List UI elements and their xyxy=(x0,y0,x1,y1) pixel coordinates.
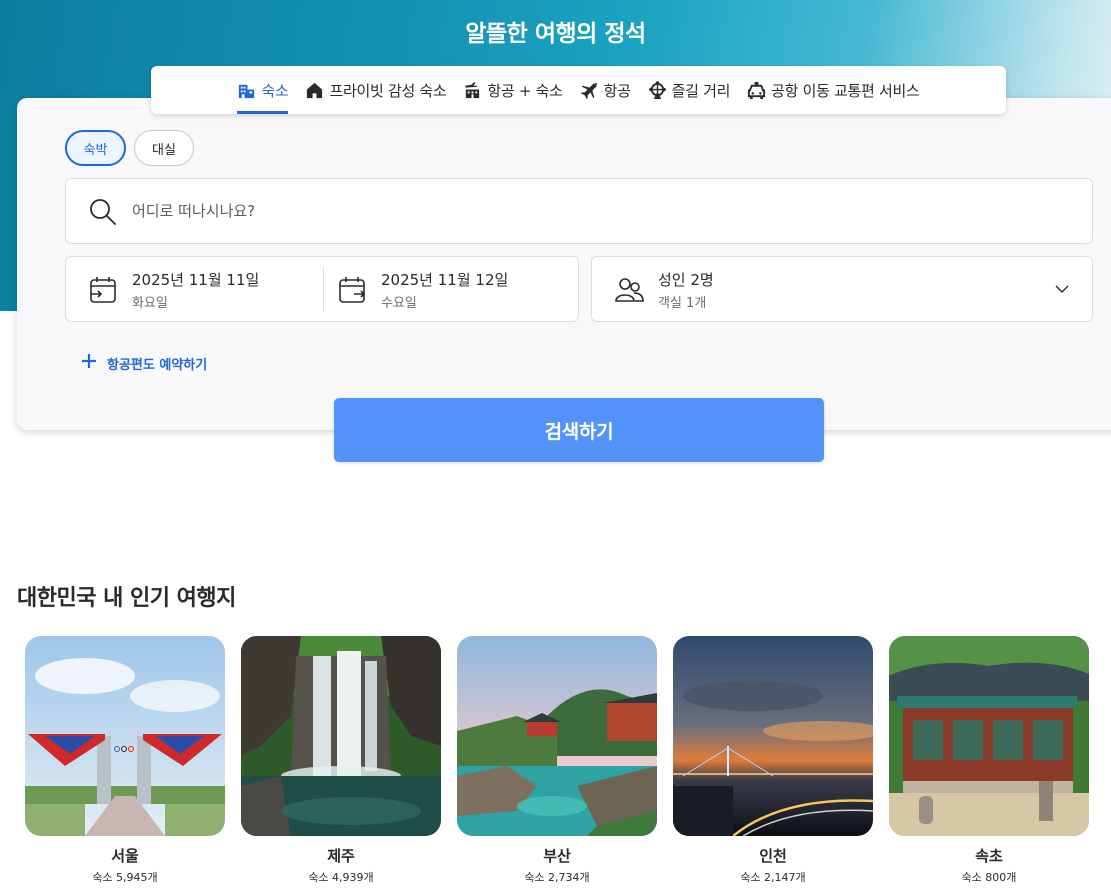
tab-label: 숙소 xyxy=(261,81,289,100)
tab-hotels[interactable]: 숙소 xyxy=(237,66,289,114)
tab-label: 항공 xyxy=(603,81,631,100)
add-flight-label: 항공편도 예약하기 xyxy=(107,357,208,373)
people-icon xyxy=(614,275,644,305)
tab-airport-transfer[interactable]: 공항 이동 교통편 서비스 xyxy=(747,66,920,114)
tab-activities[interactable]: 즐길 거리 xyxy=(648,66,730,114)
rooms-summary: 객실 1개 xyxy=(658,296,707,311)
hotel-icon xyxy=(237,81,256,100)
stay-type-overnight[interactable]: 숙박 xyxy=(65,130,126,166)
destination-count: 숙소 2,147개 xyxy=(740,871,806,884)
checkin-weekday: 화요일 xyxy=(132,296,168,311)
tab-label: 프라이빗 감성 숙소 xyxy=(329,81,447,100)
ferris-wheel-icon xyxy=(648,80,667,100)
destination-card-busan[interactable]: 부산 숙소 2,734개 xyxy=(457,636,657,885)
destination-count: 숙소 2,734개 xyxy=(524,871,590,884)
flight-hotel-icon xyxy=(463,81,482,100)
stay-type-day-use[interactable]: 대실 xyxy=(134,130,194,166)
tab-flight-hotel[interactable]: 항공 + 숙소 xyxy=(463,66,563,114)
tab-label: 즐길 거리 xyxy=(671,81,731,100)
tab-label: 항공 + 숙소 xyxy=(487,81,563,100)
seoul-photo xyxy=(25,636,225,836)
tab-private-stays[interactable]: 프라이빗 감성 숙소 xyxy=(305,66,447,114)
destination-count: 숙소 4,939개 xyxy=(308,871,374,884)
jeju-photo xyxy=(241,636,441,836)
checkout-date[interactable]: 2025년 11월 12일 수요일 xyxy=(315,257,571,321)
checkin-date[interactable]: 2025년 11월 11일 화요일 xyxy=(66,257,322,321)
car-icon xyxy=(747,81,766,100)
guests-selector[interactable]: 성인 2명 객실 1개 xyxy=(591,256,1093,322)
destination-count: 숙소 5,945개 xyxy=(92,871,158,884)
destination-name: 속초 xyxy=(975,847,1003,865)
guests-summary: 성인 2명 xyxy=(658,271,714,289)
incheon-photo xyxy=(673,636,873,836)
destination-field[interactable] xyxy=(65,178,1093,244)
airplane-icon xyxy=(580,81,599,100)
destination-card-seoul[interactable]: 서울 숙소 5,945개 xyxy=(25,636,225,885)
destination-name: 부산 xyxy=(543,847,571,865)
house-icon xyxy=(305,81,324,100)
tab-flights[interactable]: 항공 xyxy=(580,66,631,114)
destination-card-incheon[interactable]: 인천 숙소 2,147개 xyxy=(673,636,873,885)
plus-icon xyxy=(80,352,98,374)
checkout-weekday: 수요일 xyxy=(381,296,417,311)
destination-name: 서울 xyxy=(111,847,139,865)
search-button[interactable]: 검색하기 xyxy=(334,398,824,462)
hero-title: 알뜰한 여행의 정석 xyxy=(465,21,646,47)
destination-count: 숙소 800개 xyxy=(961,871,1017,884)
tab-label: 공항 이동 교통편 서비스 xyxy=(771,81,920,100)
destination-input[interactable] xyxy=(132,193,1072,229)
checkin-date-value: 2025년 11월 11일 xyxy=(132,271,260,289)
checkout-date-value: 2025년 11월 12일 xyxy=(381,271,509,289)
popular-destinations-title: 대한민국 내 인기 여행지 xyxy=(17,586,236,611)
destination-name: 제주 xyxy=(327,847,355,865)
busan-photo xyxy=(457,636,657,836)
add-flight-link[interactable]: 항공편도 예약하기 xyxy=(80,352,207,374)
destination-card-jeju[interactable]: 제주 숙소 4,939개 xyxy=(241,636,441,885)
date-range-field: 2025년 11월 11일 화요일 2025년 11월 12일 수요일 xyxy=(65,256,579,322)
destination-name: 인천 xyxy=(759,847,787,865)
chevron-down-icon xyxy=(1054,281,1070,297)
destination-card-sokcho[interactable]: 속초 숙소 800개 xyxy=(889,636,1089,885)
product-tabs: 숙소 프라이빗 감성 숙소 항공 + 숙소 항공 즐길 거리 공항 이동 교통편… xyxy=(151,66,1006,114)
sokcho-photo xyxy=(889,636,1089,836)
